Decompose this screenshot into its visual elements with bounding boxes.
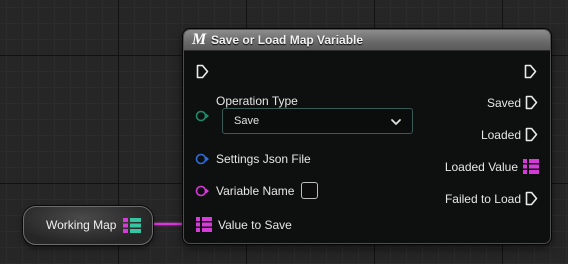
value-to-save-label: Value to Save xyxy=(218,218,292,232)
map-pin-icon[interactable] xyxy=(123,218,141,238)
variable-name-label: Variable Name xyxy=(216,184,295,198)
exec-out-pin-icon[interactable] xyxy=(524,64,537,79)
variable-name-checkbox[interactable] xyxy=(301,182,318,199)
chevron-down-icon xyxy=(390,115,402,133)
node-title: Save or Load Map Variable xyxy=(211,33,364,47)
failed-to-load-label: Failed to Load xyxy=(444,192,521,206)
loaded-label: Loaded xyxy=(480,128,521,142)
settings-json-pin-icon[interactable] xyxy=(195,153,211,165)
macro-icon: M xyxy=(192,31,207,48)
variable-name-pin-icon[interactable] xyxy=(195,185,211,197)
operation-type-dropdown[interactable]: Save xyxy=(222,108,413,134)
loaded-exec-pin-icon[interactable] xyxy=(525,127,538,142)
operation-type-value: Save xyxy=(234,115,260,127)
saved-label: Saved xyxy=(486,96,521,110)
operation-type-label: Operation Type xyxy=(216,94,298,108)
exec-in-pin-icon[interactable] xyxy=(196,64,209,79)
failed-to-load-exec-pin-icon[interactable] xyxy=(525,191,538,206)
value-to-save-map-pin-icon[interactable] xyxy=(196,217,212,232)
save-or-load-map-node[interactable]: M Save or Load Map Variable Operation Ty… xyxy=(183,29,551,244)
loaded-value-map-pin-icon[interactable] xyxy=(523,159,539,174)
working-map-node[interactable]: Working Map xyxy=(23,206,153,245)
working-map-label: Working Map xyxy=(46,218,117,232)
node-header[interactable]: M Save or Load Map Variable xyxy=(184,30,550,51)
settings-json-label: Settings Json File xyxy=(216,152,311,166)
loaded-value-label: Loaded Value xyxy=(444,160,518,174)
operation-type-pin-icon[interactable] xyxy=(195,110,211,122)
saved-exec-pin-icon[interactable] xyxy=(525,95,538,110)
